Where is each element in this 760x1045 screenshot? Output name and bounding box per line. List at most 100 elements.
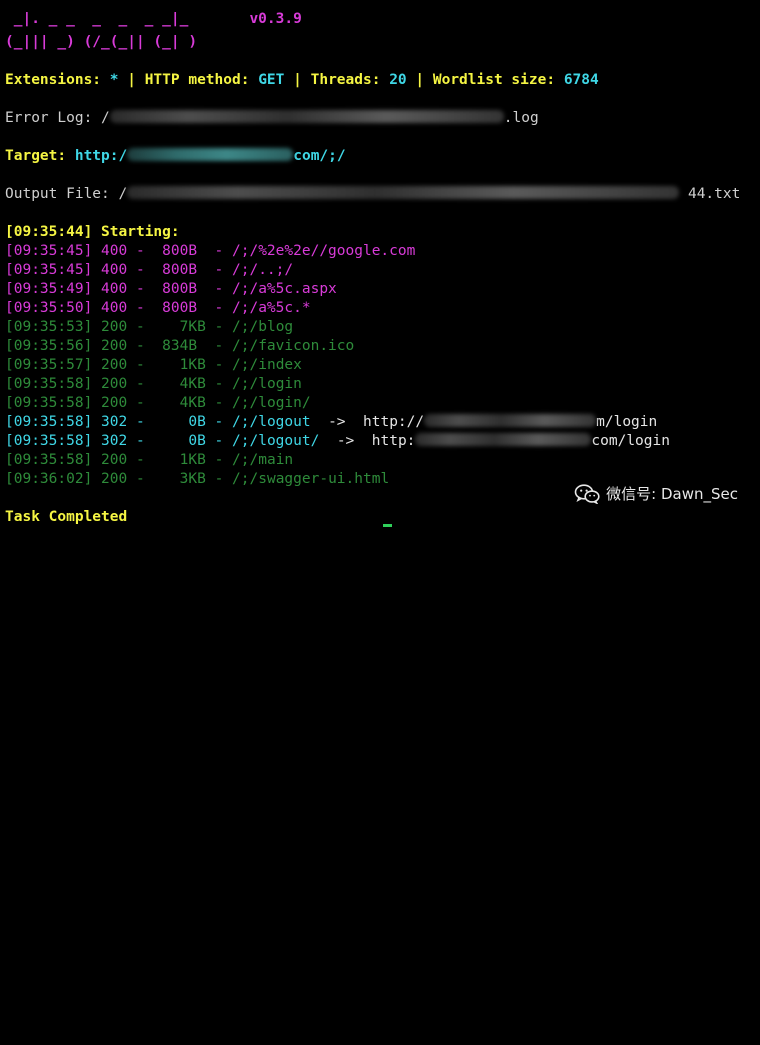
result-size: 7KB bbox=[179, 319, 206, 335]
result-status: 302 bbox=[101, 414, 128, 430]
result-time: [09:35:53] bbox=[5, 319, 93, 335]
config-separator: | bbox=[406, 72, 433, 88]
banner-art-line-2: (_||| _) (/_(_|| (_| ) bbox=[5, 33, 197, 52]
result-row: [09:35:58] 302 - 0B - /;/logout -> http:… bbox=[5, 414, 658, 430]
result-path: /;/login bbox=[232, 376, 302, 392]
result-time: [09:35:58] bbox=[5, 433, 93, 449]
wordlist-size-label: Wordlist size: bbox=[432, 72, 564, 88]
output-file-line: Output File: / 44.txt bbox=[5, 185, 740, 204]
result-status: 200 bbox=[101, 395, 128, 411]
config-line: Extensions: * | HTTP method: GET | Threa… bbox=[5, 71, 599, 90]
redacted-path bbox=[127, 186, 680, 199]
redirect-url-prefix: http: bbox=[371, 433, 416, 449]
wordlist-size-value: 6784 bbox=[563, 72, 599, 88]
result-status: 200 bbox=[101, 452, 128, 468]
redacted-target-host bbox=[127, 148, 294, 161]
result-status: 400 bbox=[101, 281, 128, 297]
result-path: /;/logout bbox=[232, 414, 311, 430]
result-path: /;/..;/ bbox=[232, 262, 294, 278]
result-size: 0B bbox=[188, 433, 206, 449]
result-status: 302 bbox=[101, 433, 128, 449]
result-path: /;/a%5c.* bbox=[232, 300, 311, 316]
output-file-label: Output File: bbox=[5, 186, 119, 202]
starting-text: Starting: bbox=[92, 224, 180, 240]
result-row: [09:35:49] 400 - 800B - /;/a%5c.aspx bbox=[5, 281, 337, 297]
error-log-path-suffix: .log bbox=[503, 110, 539, 126]
threads-label: Threads: bbox=[310, 72, 390, 88]
result-time: [09:35:58] bbox=[5, 414, 93, 430]
error-log-label: Error Log: bbox=[5, 110, 102, 126]
redirect-arrow: -> bbox=[328, 414, 346, 430]
redacted-path bbox=[109, 110, 504, 123]
result-time: [09:35:58] bbox=[5, 452, 93, 468]
result-status: 200 bbox=[101, 338, 128, 354]
wechat-icon bbox=[574, 484, 600, 504]
result-time: [09:35:56] bbox=[5, 338, 93, 354]
result-status: 200 bbox=[101, 357, 128, 373]
result-status: 200 bbox=[101, 471, 128, 487]
task-completed-text: Task Completed bbox=[5, 509, 128, 525]
result-row: [09:35:58] 200 - 4KB - /;/login/ bbox=[5, 395, 311, 411]
extensions-value: * bbox=[109, 72, 119, 88]
result-time: [09:35:45] bbox=[5, 243, 93, 259]
result-status: 200 bbox=[101, 319, 128, 335]
redirect-url-prefix: http:// bbox=[363, 414, 425, 430]
result-size: 800B bbox=[162, 243, 198, 259]
result-row: [09:36:02] 200 - 3KB - /;/swagger-ui.htm… bbox=[5, 471, 390, 487]
redacted-redirect-host bbox=[415, 433, 592, 446]
starting-time: [09:35:44] bbox=[5, 224, 93, 240]
result-time: [09:36:02] bbox=[5, 471, 93, 487]
result-row: [09:35:56] 200 - 834B - /;/favicon.ico bbox=[5, 338, 355, 354]
result-size: 3KB bbox=[179, 471, 206, 487]
watermark-text: 微信号: Dawn_Sec bbox=[606, 484, 738, 503]
task-completed-line: Task Completed bbox=[5, 508, 127, 527]
result-path: /;/swagger-ui.html bbox=[232, 471, 390, 487]
http-method-value: GET bbox=[258, 72, 285, 88]
result-size: 800B bbox=[162, 262, 198, 278]
output-file-path-suffix: 44.txt bbox=[687, 186, 741, 202]
result-path: /;/a%5c.aspx bbox=[232, 281, 337, 297]
banner-art-line-1: _|. _ _ _ _ _ _|_ v0.3.9 bbox=[5, 10, 302, 29]
version-label: v0.3.9 bbox=[249, 11, 302, 27]
result-status: 200 bbox=[101, 376, 128, 392]
result-status: 400 bbox=[101, 262, 128, 278]
result-time: [09:35:50] bbox=[5, 300, 93, 316]
result-status: 400 bbox=[101, 300, 128, 316]
result-size: 1KB bbox=[179, 452, 206, 468]
threads-value: 20 bbox=[389, 72, 407, 88]
banner-art-bottom: (_||| _) (/_(_|| (_| ) bbox=[5, 34, 198, 50]
result-size: 1KB bbox=[179, 357, 206, 373]
extensions-label: Extensions: bbox=[5, 72, 110, 88]
result-size: 4KB bbox=[179, 395, 206, 411]
result-path: /;/index bbox=[232, 357, 302, 373]
http-method-label: HTTP method: bbox=[144, 72, 259, 88]
target-line: Target: http:/ com/;/ bbox=[5, 147, 346, 166]
result-row: [09:35:50] 400 - 800B - /;/a%5c.* bbox=[5, 300, 311, 316]
redacted-redirect-host bbox=[424, 414, 597, 427]
result-path: /;/blog bbox=[232, 319, 294, 335]
config-separator: | bbox=[118, 72, 145, 88]
result-path: /;/%2e%2e//google.com bbox=[232, 243, 416, 259]
result-time: [09:35:45] bbox=[5, 262, 93, 278]
terminal-window: _|. _ _ _ _ _ _|_ v0.3.9 (_||| _) (/_(_|… bbox=[0, 0, 760, 528]
wechat-watermark: 微信号: Dawn_Sec bbox=[574, 482, 738, 506]
error-log-path-prefix: / bbox=[101, 110, 110, 126]
error-log-line: Error Log: / .log bbox=[5, 109, 539, 128]
result-row: [09:35:57] 200 - 1KB - /;/index bbox=[5, 357, 302, 373]
redirect-url-suffix: com/login bbox=[591, 433, 670, 449]
result-size: 4KB bbox=[179, 376, 206, 392]
result-row: [09:35:58] 200 - 1KB - /;/main bbox=[5, 452, 294, 468]
starting-line: [09:35:44] Starting: bbox=[5, 223, 180, 242]
result-size: 800B bbox=[162, 300, 198, 316]
target-label: Target: bbox=[5, 148, 75, 164]
result-time: [09:35:57] bbox=[5, 357, 93, 373]
output-file-path-prefix: / bbox=[118, 186, 128, 202]
result-size: 834B bbox=[162, 338, 198, 354]
result-row: [09:35:58] 200 - 4KB - /;/login bbox=[5, 376, 302, 392]
result-time: [09:35:58] bbox=[5, 376, 93, 392]
result-size: 0B bbox=[188, 414, 206, 430]
result-path: /;/favicon.ico bbox=[232, 338, 355, 354]
result-path: /;/main bbox=[232, 452, 294, 468]
result-time: [09:35:49] bbox=[5, 281, 93, 297]
result-path: /;/login/ bbox=[232, 395, 311, 411]
